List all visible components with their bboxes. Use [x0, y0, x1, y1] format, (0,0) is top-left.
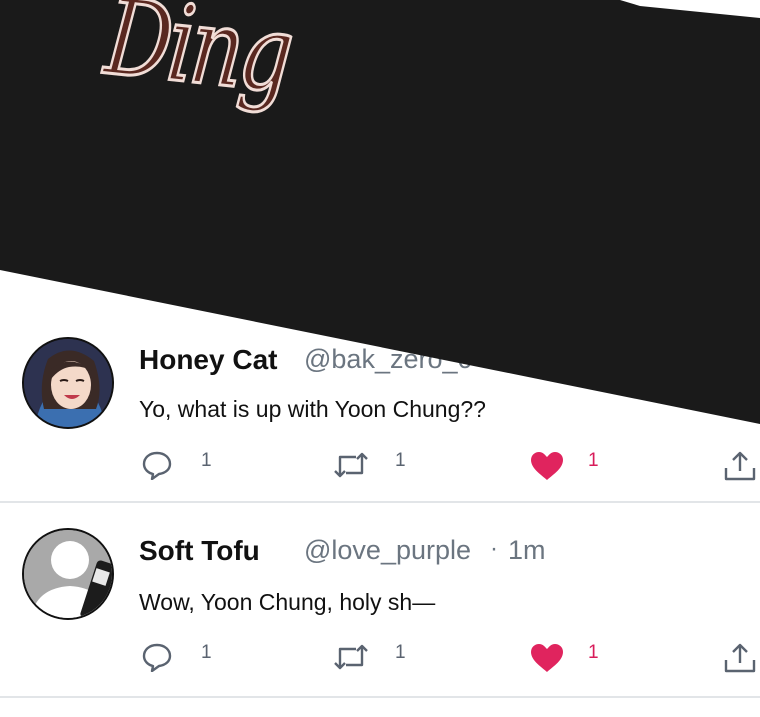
share-icon[interactable]	[723, 450, 757, 482]
avatar[interactable]	[22, 528, 114, 620]
retweet-icon[interactable]	[332, 450, 370, 480]
heart-icon[interactable]	[529, 642, 565, 674]
timestamp[interactable]: 1m	[508, 535, 546, 566]
time-separator: ·	[490, 535, 498, 562]
share-icon[interactable]	[723, 642, 757, 674]
reply-count: 1	[201, 642, 212, 663]
user-handle[interactable]: @bak_zero_0	[304, 344, 473, 375]
like-count: 1	[588, 450, 599, 471]
default-person-icon	[24, 530, 112, 618]
heart-icon[interactable]	[529, 450, 565, 482]
character-avatar-image	[24, 339, 112, 427]
tweet-item[interactable]: Soft Tofu @love_purple · 1m Wow, Yoon Ch…	[0, 503, 760, 698]
retweet-count: 1	[395, 642, 406, 663]
like-count: 1	[588, 642, 599, 663]
reply-count: 1	[201, 450, 212, 471]
avatar[interactable]	[22, 337, 114, 429]
display-name[interactable]: Soft Tofu	[139, 535, 260, 567]
panel-title: Ding	[99, 0, 297, 118]
retweet-icon[interactable]	[332, 642, 370, 672]
user-handle[interactable]: @love_purple	[304, 535, 471, 566]
display-name[interactable]: Honey Cat	[139, 344, 277, 376]
tweet-text: Wow, Yoon Chung, holy sh—	[139, 589, 436, 615]
tweet-text: Yo, what is up with Yoon Chung??	[139, 396, 486, 422]
tweet-item[interactable]: Honey Cat @bak_zero_0 Yo, what is up wit…	[0, 300, 760, 503]
reply-icon[interactable]	[141, 642, 173, 672]
retweet-count: 1	[395, 450, 406, 471]
reply-icon[interactable]	[141, 450, 173, 480]
